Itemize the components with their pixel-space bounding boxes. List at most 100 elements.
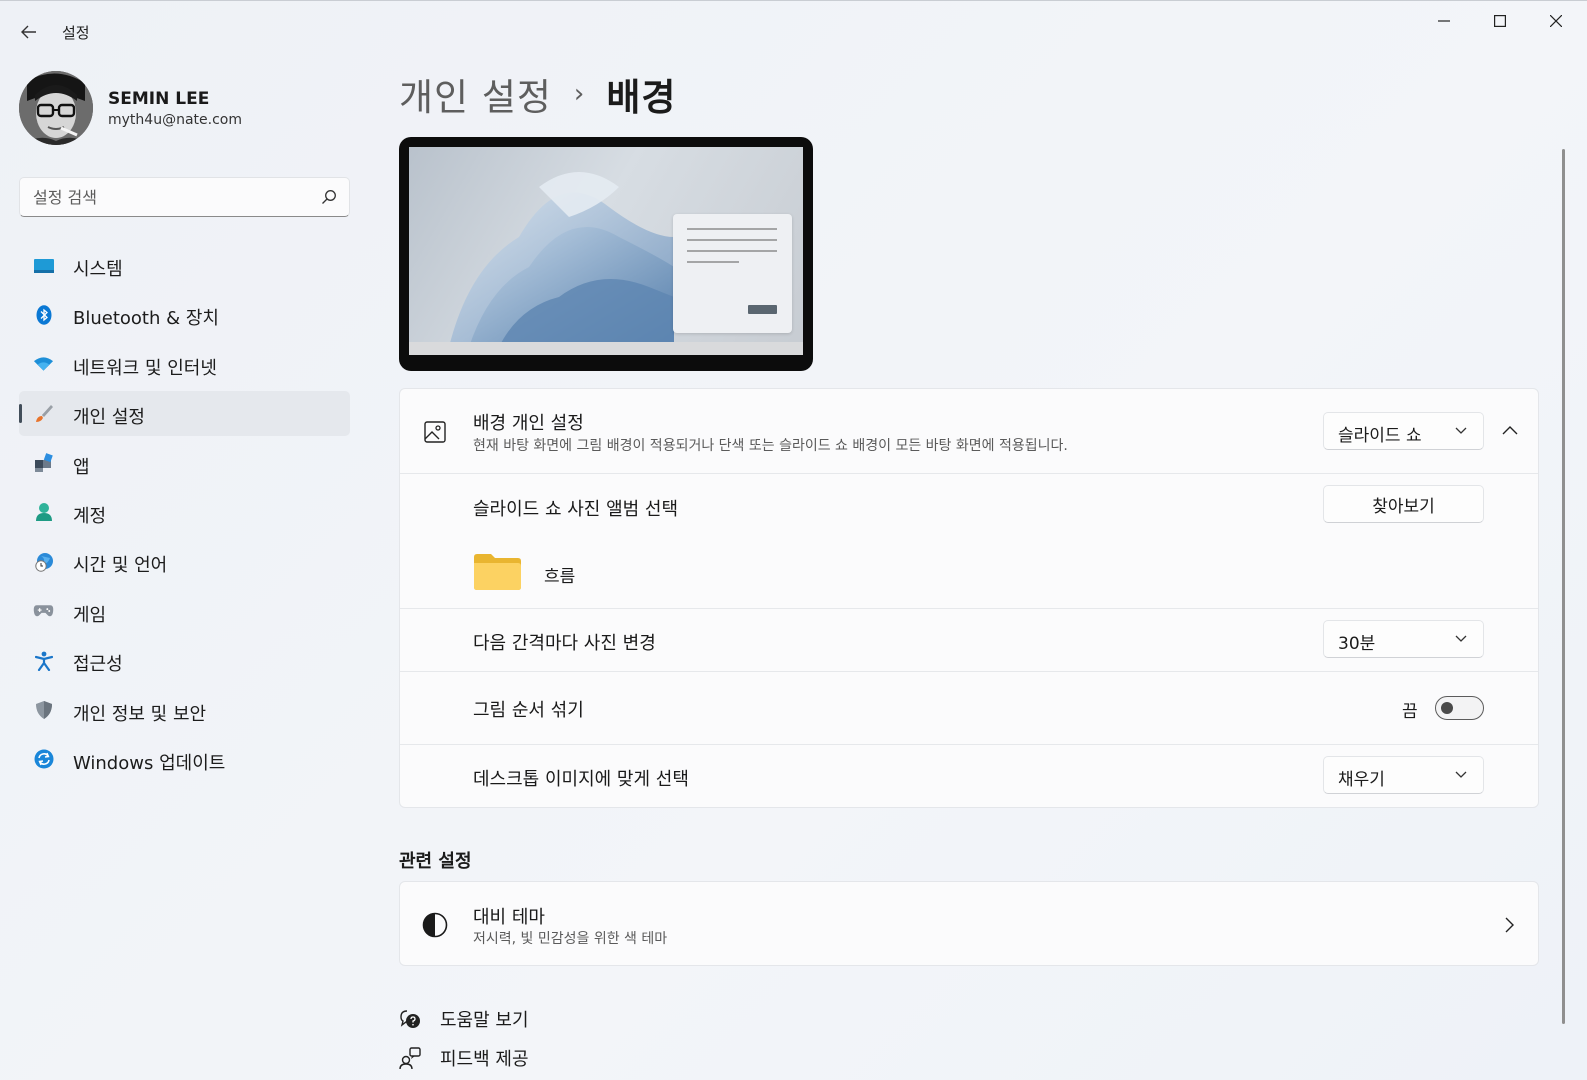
app-title: 설정 (62, 24, 90, 42)
preview-taskbar (409, 342, 803, 355)
contrast-subtitle: 저시력, 빛 민감성을 위한 색 테마 (473, 931, 668, 947)
sidebar-item-label: 개인 설정 (73, 407, 145, 429)
sidebar-item-network[interactable]: 네트워크 및 인터넷 (19, 342, 350, 387)
contrast-themes-card[interactable]: 대비 테마 저시력, 빛 민감성을 위한 색 테마 (399, 881, 1539, 966)
album-label: 슬라이드 쇼 사진 앨범 선택 (473, 499, 679, 520)
search-input[interactable] (20, 178, 310, 216)
settings-search[interactable] (19, 177, 350, 217)
chevron-down-icon (1455, 635, 1467, 642)
breadcrumb-parent[interactable]: 개인 설정 (399, 67, 552, 121)
sidebar-item-label: 앱 (73, 456, 90, 478)
back-button[interactable] (14, 19, 44, 45)
avatar (19, 71, 93, 145)
maximize-button[interactable] (1472, 1, 1528, 41)
sidebar-item-label: 시간 및 언어 (73, 555, 168, 577)
interval-label: 다음 간격마다 사진 변경 (473, 633, 656, 654)
wallpaper-preview (409, 147, 803, 355)
sidebar-item-accounts[interactable]: 계정 (19, 490, 350, 535)
contrast-icon (422, 912, 448, 938)
breadcrumb-separator: › (573, 79, 585, 109)
close-button[interactable] (1528, 1, 1584, 41)
shield-icon (33, 700, 54, 721)
close-icon (1550, 15, 1562, 27)
shuffle-toggle[interactable] (1435, 696, 1484, 720)
sidebar-item-label: 시스템 (73, 259, 123, 280)
fit-row: 데스크톱 이미지에 맞게 선택 채우기 (400, 745, 1538, 807)
sidebar-item-bluetooth[interactable]: Bluetooth & 장치 (19, 292, 350, 337)
vertical-scrollbar[interactable] (1562, 149, 1565, 1024)
fit-dropdown[interactable]: 채우기 (1323, 756, 1484, 794)
search-icon[interactable] (321, 189, 337, 205)
chevron-down-icon (1455, 427, 1467, 434)
fit-label: 데스크톱 이미지에 맞게 선택 (473, 769, 689, 790)
wifi-icon (33, 354, 54, 375)
contrast-title: 대비 테마 (473, 907, 545, 928)
chevron-up-icon[interactable] (1502, 425, 1518, 435)
related-settings-heading: 관련 설정 (399, 851, 472, 872)
chevron-right-icon (1505, 917, 1514, 933)
sidebar-item-label: Bluetooth & 장치 (73, 308, 219, 330)
help-icon (399, 1008, 421, 1030)
dropdown-value: 채우기 (1338, 770, 1385, 790)
sidebar-item-label: 개인 정보 및 보안 (73, 703, 207, 725)
sidebar-item-label: 게임 (73, 604, 107, 626)
sidebar-item-apps[interactable]: 앱 (19, 441, 350, 486)
get-help-label: 도움말 보기 (440, 1010, 529, 1031)
background-type-row[interactable]: 배경 개인 설정 현재 바탕 화면에 그림 배경이 적용되거나 단색 또는 슬라… (400, 389, 1538, 473)
back-arrow-icon (21, 25, 36, 39)
give-feedback-label: 피드백 제공 (440, 1049, 529, 1070)
background-settings-card: 배경 개인 설정 현재 바탕 화면에 그림 배경이 적용되거나 단색 또는 슬라… (399, 388, 1539, 808)
folder-icon (474, 554, 521, 590)
background-subtitle: 현재 바탕 화면에 그림 배경이 적용되거나 단색 또는 슬라이드 쇼 배경이 … (473, 438, 1068, 454)
time-language-icon (33, 551, 54, 572)
sidebar-item-gaming[interactable]: 게임 (19, 589, 350, 634)
interval-row: 다음 간격마다 사진 변경 30분 (400, 609, 1538, 671)
brush-icon (33, 403, 54, 424)
apps-icon (33, 453, 54, 474)
sidebar-item-system[interactable]: 시스템 (19, 243, 350, 288)
shuffle-row: 그림 순서 섞기 끔 (400, 672, 1538, 744)
shuffle-label: 그림 순서 섞기 (473, 700, 584, 721)
desktop-preview (399, 137, 813, 371)
interval-dropdown[interactable]: 30분 (1323, 620, 1484, 658)
browse-button[interactable]: 찾아보기 (1323, 485, 1484, 523)
album-folder-name[interactable]: 흐름 (544, 562, 575, 587)
sidebar-item-label: 접근성 (73, 654, 123, 676)
settings-window: 설정 SEMIN LEE myth4u@nate.com 설정 검색 시스템 B… (0, 0, 1587, 1080)
get-help-link[interactable]: 도움말 보기 (399, 1004, 529, 1034)
dropdown-value: 슬라이드 쇼 (1338, 426, 1422, 446)
user-email: myth4u@nate.com (108, 112, 242, 128)
breadcrumb: 개인 설정 › 배경 (399, 69, 676, 119)
account-icon (33, 502, 54, 523)
sidebar-item-label: 네트워크 및 인터넷 (73, 357, 217, 379)
sidebar-item-accessibility[interactable]: 접근성 (19, 638, 350, 683)
shuffle-state: 끔 (1402, 702, 1418, 722)
chevron-down-icon (1455, 771, 1467, 778)
bluetooth-icon (33, 304, 54, 325)
minimize-icon (1438, 20, 1450, 22)
accessibility-icon (33, 650, 54, 671)
minimize-button[interactable] (1416, 1, 1472, 41)
sidebar-item-label: 계정 (73, 505, 107, 527)
page-title: 배경 (606, 76, 677, 119)
maximize-icon (1494, 15, 1506, 27)
album-row: 슬라이드 쇼 사진 앨범 선택 찾아보기 흐름 (400, 474, 1538, 608)
give-feedback-link[interactable]: 피드백 제공 (399, 1043, 529, 1073)
dropdown-value: 30분 (1338, 634, 1376, 654)
sidebar-item-windows-update[interactable]: Windows 업데이트 (19, 737, 350, 782)
sidebar-item-label: Windows 업데이트 (73, 752, 226, 774)
user-name: SEMIN LEE (108, 89, 210, 109)
title-bar: 설정 (0, 1, 1587, 61)
toggle-knob (1441, 702, 1453, 714)
system-icon (33, 255, 54, 276)
preview-window-mockup (673, 214, 792, 333)
background-title: 배경 개인 설정 (473, 413, 584, 434)
sidebar-item-privacy[interactable]: 개인 정보 및 보안 (19, 688, 350, 733)
feedback-icon (399, 1047, 421, 1069)
image-icon (424, 421, 446, 443)
update-icon (33, 749, 54, 770)
sidebar-item-time-language[interactable]: 시간 및 언어 (19, 539, 350, 584)
sidebar-item-personalization[interactable]: 개인 설정 (19, 391, 350, 437)
gamepad-icon (33, 601, 54, 622)
background-type-dropdown[interactable]: 슬라이드 쇼 (1323, 412, 1484, 450)
